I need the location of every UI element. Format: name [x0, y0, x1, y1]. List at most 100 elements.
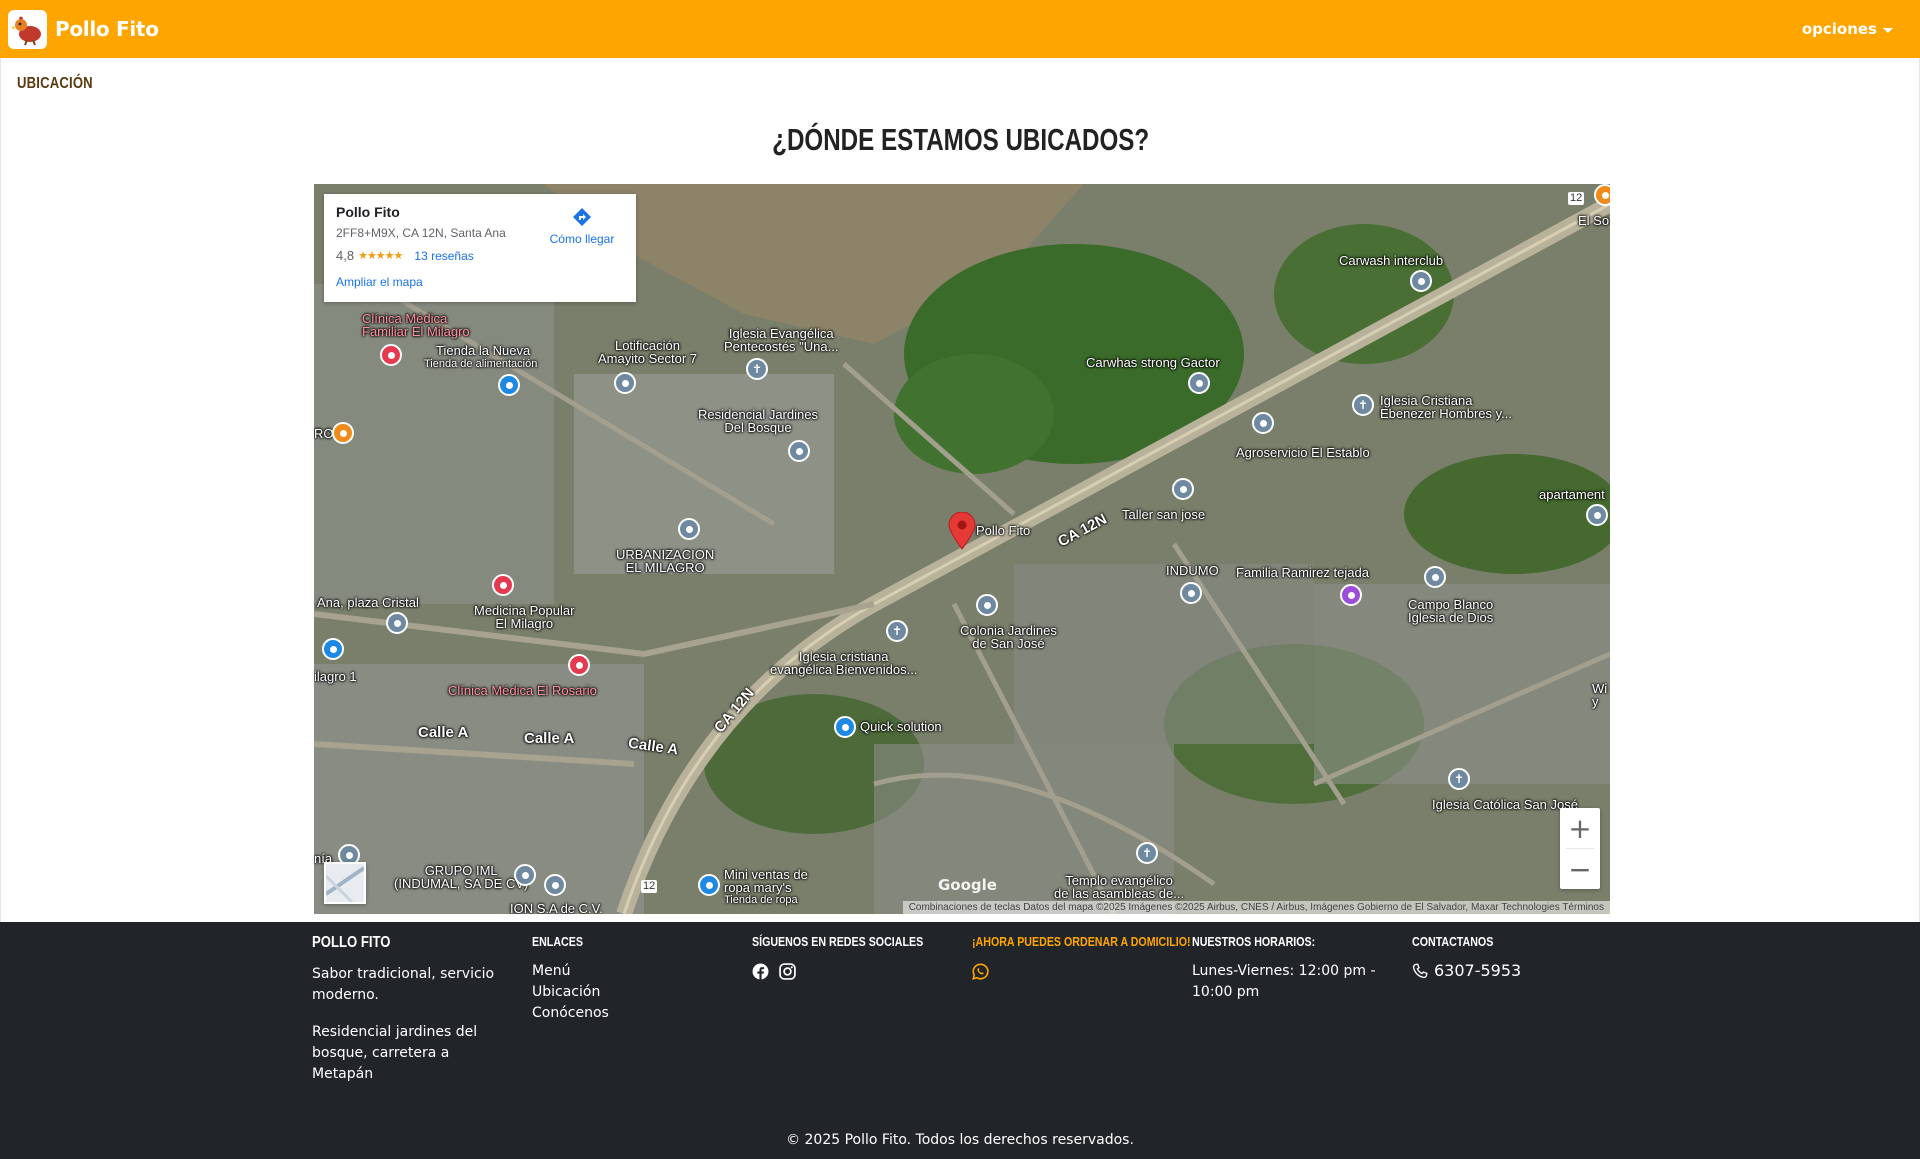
map-label: Templo evangélico de las asambleas de... [1054, 873, 1185, 901]
map-pin-icon[interactable] [678, 518, 700, 540]
map-label: Familia Ramirez tejada [1236, 565, 1369, 580]
star-icons: ★★★★★ [358, 250, 403, 262]
map-label: Mini ventas de ropa mary's [724, 867, 808, 895]
chicken-logo-icon [8, 9, 47, 49]
footer: POLLO FITO Sabor tradicional, servicio m… [0, 922, 1920, 1159]
map-label: Iglesia Cristiana Ebenezer Hombres y... [1380, 393, 1512, 421]
footer-link-ubicacion[interactable]: Ubicación [532, 982, 722, 1003]
map-pin-icon[interactable] [1586, 504, 1608, 526]
social-icons [752, 963, 952, 980]
map-label: Carwhas strong Gactor [1086, 355, 1220, 370]
instagram-icon[interactable] [779, 963, 796, 980]
directions-icon [573, 208, 591, 226]
map-pin-icon[interactable] [1594, 184, 1610, 206]
footer-links-title: ENLACES [532, 934, 583, 949]
map-pin-icon[interactable] [498, 374, 520, 396]
enlarge-map-link[interactable]: Ampliar el mapa [336, 275, 624, 289]
map-label: Iglesia cristiana evangélica Bienvenidos.… [770, 649, 918, 677]
map-pin-icon[interactable] [1136, 842, 1158, 864]
zoom-control: + − [1560, 808, 1600, 889]
map-label: Tienda de alimentación [424, 358, 538, 370]
map-pin-icon[interactable] [322, 638, 344, 660]
footer-order-title: ¡AHORA PUEDES ORDENAR A DOMICILIO! [972, 934, 1191, 949]
map-embed[interactable]: Clínica Médica Familiar El Milagro Tienda… [314, 184, 1610, 914]
map-pin-icon[interactable] [1188, 372, 1210, 394]
map-label: Iglesia Evangélica Pentecostés "Una... [724, 326, 839, 354]
map-pin-icon[interactable] [386, 612, 408, 634]
map-label: Clínica Médica El Rosario [448, 683, 597, 698]
map-pin-icon[interactable] [834, 716, 856, 738]
map-label: Tienda de ropa [724, 894, 798, 906]
map-pin-icon[interactable] [1340, 584, 1362, 606]
footer-link-menu[interactable]: Menú [532, 961, 722, 982]
place-rating: 4,8 ★★★★★ 13 reseñas [336, 248, 624, 263]
map-label: Colonia Jardines de San José [960, 623, 1057, 651]
map-label: INDUMO [1166, 563, 1219, 578]
map-pin-icon[interactable] [1180, 582, 1202, 604]
footer-address: Residencial jardines del bosque, carrete… [312, 1024, 478, 1082]
footer-contact-title: CONTACTANOS [1412, 934, 1494, 949]
map-label: ION S.A de C.V. [510, 901, 603, 914]
map-label: Pollo Fito [976, 523, 1031, 538]
rating-value: 4,8 [336, 248, 355, 263]
map-pin-icon[interactable] [614, 372, 636, 394]
map-pin-icon[interactable] [514, 864, 536, 886]
map-attribution[interactable]: Combinaciones de teclas Datos del mapa ©… [902, 901, 1610, 914]
map-label: Wi y [1592, 681, 1608, 709]
place-info-card: Pollo Fito 2FF8+M9X, CA 12N, Santa Ana 4… [324, 194, 636, 302]
map-label: apartament [1539, 487, 1605, 502]
navbar: Pollo Fito opciones [0, 0, 1920, 58]
breadcrumb: UBICACIÓN [17, 75, 93, 92]
map-pin-icon[interactable] [492, 574, 514, 596]
brand-name: Pollo Fito [55, 17, 159, 41]
map-label: Iglesia Católica San José [1432, 797, 1578, 812]
map-pin-icon[interactable] [1424, 566, 1446, 588]
map-label: Campo Blanco Iglesia de Dios [1408, 597, 1494, 625]
whatsapp-icon[interactable] [972, 963, 989, 980]
map-pin-icon[interactable] [544, 874, 566, 896]
reviews-link[interactable]: 13 reseñas [414, 249, 473, 263]
footer-social-title: SÍGUENOS EN REDES SOCIALES [752, 934, 924, 949]
map-pin-icon[interactable] [886, 620, 908, 642]
google-logo: Google [938, 876, 997, 894]
map-layer-toggle[interactable] [324, 862, 366, 904]
phone-icon [1412, 962, 1428, 978]
brand-link[interactable]: Pollo Fito [8, 9, 159, 49]
location-marker-icon[interactable] [948, 512, 976, 550]
footer-contact-column: CONTACTANOS 6307-5953 [1412, 934, 1612, 980]
map-pin-icon[interactable] [976, 594, 998, 616]
map-pin-icon[interactable] [1252, 412, 1274, 434]
map-pin-icon[interactable] [1352, 394, 1374, 416]
directions-link[interactable]: Cómo llegar [542, 206, 622, 246]
facebook-icon[interactable] [752, 963, 769, 980]
map-pin-icon[interactable] [788, 440, 810, 462]
map-pin-icon[interactable] [1172, 478, 1194, 500]
map-label: Carwash interclub [1339, 253, 1444, 268]
zoom-in-button[interactable]: + [1560, 808, 1600, 848]
map-label: Taller san jose [1122, 507, 1206, 522]
map-label: ilagro 1 [314, 669, 357, 684]
map-pin-icon[interactable] [568, 654, 590, 676]
map-pin-icon[interactable] [698, 874, 720, 896]
map-pin-icon[interactable] [1410, 270, 1432, 292]
map-pin-icon[interactable] [1448, 768, 1470, 790]
route-shield: 12 [1568, 192, 1585, 205]
map-label: Tienda la Nueva [436, 343, 531, 358]
directions-label: Cómo llegar [549, 232, 615, 246]
phone-number: 6307-5953 [1434, 961, 1522, 980]
road-label: Calle A [524, 730, 575, 747]
main-content: UBICACIÓN ¿DÓNDE ESTAMOS UBICADOS? Clíni… [0, 58, 1920, 922]
map-label: URBANIZACION EL MILAGRO [616, 547, 715, 575]
map-pin-icon[interactable] [746, 358, 768, 380]
footer-phone[interactable]: 6307-5953 [1412, 961, 1612, 980]
footer-brand-title: POLLO FITO [312, 934, 391, 951]
footer-order-column: ¡AHORA PUEDES ORDENAR A DOMICILIO! [972, 934, 1191, 980]
footer-link-conocenos[interactable]: Conócenos [532, 1003, 722, 1024]
zoom-out-button[interactable]: − [1560, 849, 1600, 889]
map-label: Agroservicio El Establo [1236, 445, 1370, 460]
footer-brand-column: POLLO FITO Sabor tradicional, servicio m… [312, 934, 502, 1085]
options-dropdown[interactable]: opciones [1802, 20, 1893, 38]
map-pin-icon[interactable] [332, 422, 354, 444]
footer-hours-text: Lunes-Viernes: 12:00 pm - 10:00 pm [1192, 963, 1376, 1000]
map-pin-icon[interactable] [380, 344, 402, 366]
